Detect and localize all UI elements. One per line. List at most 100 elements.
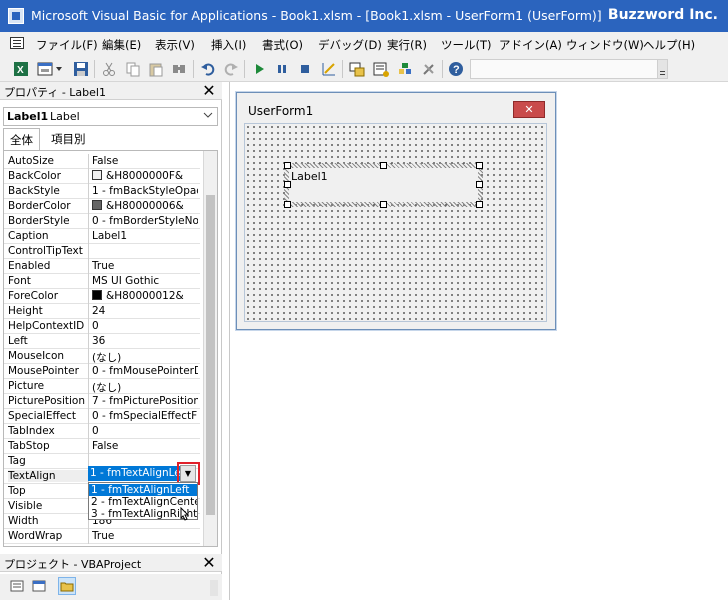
property-row[interactable]: WordWrap True — [4, 529, 200, 544]
object-browser-icon[interactable] — [396, 60, 414, 78]
resize-handle-e[interactable] — [476, 181, 483, 188]
design-mode-icon[interactable] — [320, 60, 338, 78]
excel-icon[interactable]: X — [12, 60, 30, 78]
property-value[interactable]: False — [92, 155, 198, 167]
tab-alphabetic[interactable]: 全体 — [3, 128, 40, 150]
insert-userform-icon[interactable] — [36, 60, 54, 78]
menu-help[interactable]: ヘルプ(H) — [643, 37, 695, 53]
property-row[interactable]: Font MS UI Gothic — [4, 274, 200, 289]
close-icon[interactable]: ✕ — [201, 555, 217, 571]
property-value[interactable]: &H80000006& — [92, 200, 198, 212]
property-row[interactable]: BorderStyle 0 - fmBorderStyleNone — [4, 214, 200, 229]
menu-window[interactable]: ウィンドウ(W) — [566, 37, 644, 53]
view-object-icon[interactable] — [30, 577, 48, 595]
paste-icon[interactable] — [147, 60, 165, 78]
reset-icon[interactable] — [296, 60, 314, 78]
property-value[interactable]: (なし) — [92, 350, 198, 365]
userform-canvas[interactable] — [244, 123, 547, 322]
menu-tools[interactable]: ツール(T) — [441, 37, 492, 53]
property-value[interactable]: &H8000000F& — [92, 170, 198, 182]
property-row[interactable]: BackStyle 1 - fmBackStyleOpaque — [4, 184, 200, 199]
tab-categorized[interactable]: 項目別 — [45, 128, 92, 148]
toolbar-scroll-icon[interactable] — [657, 60, 667, 78]
close-icon[interactable]: ✕ — [513, 101, 545, 118]
resize-handle-ne[interactable] — [476, 162, 483, 169]
property-row[interactable]: AutoSize False — [4, 154, 200, 169]
property-row[interactable]: BorderColor &H80000006& — [4, 199, 200, 214]
property-value[interactable]: 36 — [92, 335, 198, 347]
property-value[interactable]: &H80000012& — [92, 290, 198, 302]
help-icon[interactable]: ? — [447, 60, 465, 78]
property-row[interactable]: TabIndex 0 — [4, 424, 200, 439]
property-value[interactable]: True — [92, 530, 198, 542]
menu-insert[interactable]: 挿入(I) — [211, 37, 246, 53]
toggle-folders-icon[interactable] — [58, 577, 76, 595]
property-row[interactable]: Enabled True — [4, 259, 200, 274]
save-icon[interactable] — [72, 60, 90, 78]
property-value[interactable]: 0 - fmMousePointerDefault — [92, 365, 198, 377]
menu-run[interactable]: 実行(R) — [387, 37, 427, 53]
view-code-icon[interactable] — [8, 577, 26, 595]
resize-handle-w[interactable] — [284, 181, 291, 188]
menu-addins[interactable]: アドイン(A) — [499, 37, 562, 53]
property-name: WordWrap — [8, 530, 63, 542]
menu-view[interactable]: 表示(V) — [155, 37, 195, 53]
property-row[interactable]: PicturePosition 7 - fmPicturePositionAbov… — [4, 394, 200, 409]
property-value-text: False — [92, 155, 119, 167]
textalign-current-value[interactable]: 1 - fmTextAlignLeft — [88, 466, 180, 481]
find-icon[interactable] — [170, 60, 188, 78]
undo-icon[interactable] — [199, 60, 217, 78]
property-row[interactable]: Picture (なし) — [4, 379, 200, 394]
property-row[interactable]: BackColor &H8000000F& — [4, 169, 200, 184]
property-row[interactable]: SpecialEffect 0 - fmSpecialEffectFlat — [4, 409, 200, 424]
redo-icon[interactable] — [222, 60, 240, 78]
property-value[interactable]: 7 - fmPicturePositionAboveCenter — [92, 395, 198, 407]
property-value[interactable]: (なし) — [92, 380, 198, 395]
property-row[interactable]: Left 36 — [4, 334, 200, 349]
scroll-thumb[interactable] — [206, 195, 215, 515]
project-explorer-icon[interactable] — [348, 60, 366, 78]
properties-scrollbar[interactable] — [203, 151, 217, 546]
property-value[interactable]: 24 — [92, 305, 198, 317]
copy-icon[interactable] — [124, 60, 142, 78]
property-value[interactable]: 0 - fmBorderStyleNone — [92, 215, 198, 227]
property-row[interactable]: ForeColor &H80000012& — [4, 289, 200, 304]
resize-handle-s[interactable] — [380, 201, 387, 208]
property-value[interactable]: Label1 — [92, 230, 198, 242]
textalign-option-left[interactable]: 1 - fmTextAlignLeft — [89, 484, 197, 496]
toolbox-icon[interactable] — [420, 60, 438, 78]
menu-format[interactable]: 書式(O) — [262, 37, 303, 53]
property-value[interactable]: 0 — [92, 320, 198, 332]
close-icon[interactable]: ✕ — [201, 83, 217, 99]
resize-handle-nw[interactable] — [284, 162, 291, 169]
chevron-down-icon[interactable] — [203, 110, 213, 123]
vba-menu-icon[interactable] — [10, 37, 24, 49]
property-value[interactable]: False — [92, 440, 198, 452]
menu-debug[interactable]: デバッグ(D) — [318, 37, 382, 53]
dropdown-arrow-icon[interactable] — [54, 60, 64, 78]
property-row[interactable]: HelpContextID 0 — [4, 319, 200, 334]
property-value[interactable]: 1 - fmBackStyleOpaque — [92, 185, 198, 197]
break-icon[interactable] — [273, 60, 291, 78]
object-selector[interactable]: Label1 Label — [3, 107, 218, 126]
property-row[interactable]: Caption Label1 — [4, 229, 200, 244]
run-icon[interactable] — [250, 60, 268, 78]
properties-window-icon[interactable] — [372, 60, 390, 78]
resize-handle-sw[interactable] — [284, 201, 291, 208]
property-value[interactable]: 0 - fmSpecialEffectFlat — [92, 410, 198, 422]
property-value[interactable]: 0 — [92, 425, 198, 437]
cut-icon[interactable] — [100, 60, 118, 78]
property-row[interactable]: TabStop False — [4, 439, 200, 454]
property-value[interactable]: True — [92, 260, 198, 272]
property-row[interactable]: Height 24 — [4, 304, 200, 319]
property-row[interactable]: MouseIcon (なし) — [4, 349, 200, 364]
property-row[interactable]: ControlTipText — [4, 244, 200, 259]
menu-edit[interactable]: 編集(E) — [102, 37, 141, 53]
property-row[interactable]: MousePointer 0 - fmMousePointerDefault — [4, 364, 200, 379]
property-value-text: 0 - fmSpecialEffectFlat — [92, 410, 198, 422]
property-value[interactable]: MS UI Gothic — [92, 275, 198, 287]
resize-handle-se[interactable] — [476, 201, 483, 208]
project-scrollbar[interactable] — [210, 580, 218, 596]
resize-handle-n[interactable] — [380, 162, 387, 169]
menu-file[interactable]: ファイル(F) — [36, 37, 98, 53]
